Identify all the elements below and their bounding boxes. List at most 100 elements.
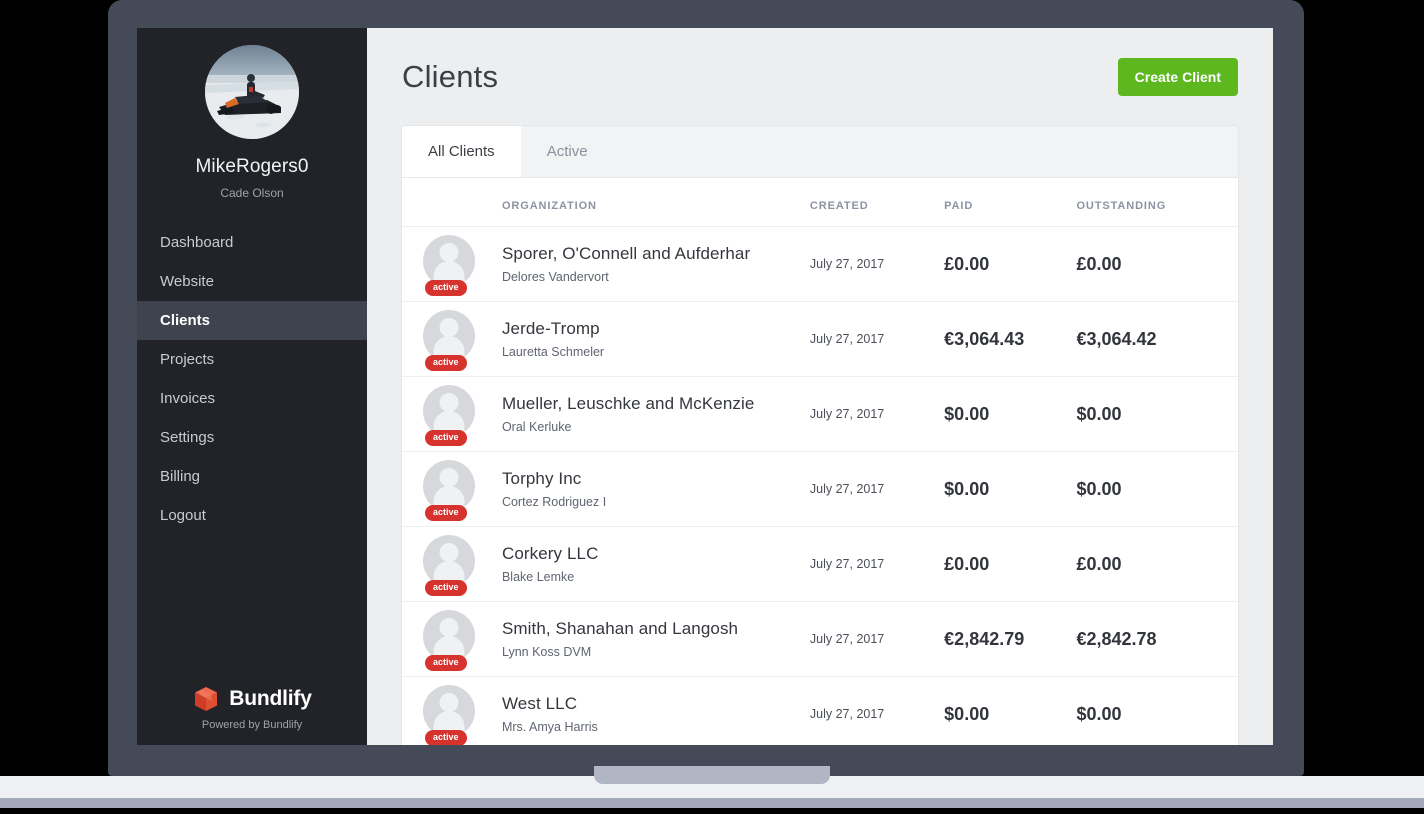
clients-table: ORGANIZATION CREATED PAID OUTSTANDING ac…	[402, 178, 1238, 745]
cell-paid: $0.00	[944, 376, 1077, 452]
cell-organization: Jerde-Tromp Lauretta Schmeler	[501, 301, 810, 377]
sidebar-item-label: Dashboard	[160, 234, 234, 251]
table-row[interactable]: active Corkery LLC Blake Lemke July 27, …	[402, 526, 1238, 602]
status-badge: active	[425, 280, 467, 296]
tab-all-clients[interactable]: All Clients	[402, 126, 521, 177]
sidebar-item-label: Projects	[160, 351, 215, 368]
status-badge: active	[425, 355, 467, 371]
laptop-mockup: MikeRogers0 Cade Olson Dashboard Website…	[0, 0, 1424, 814]
create-client-button[interactable]: Create Client	[1117, 58, 1238, 96]
contact-name: Blake Lemke	[501, 570, 575, 584]
contact-name: Delores Vandervort	[501, 270, 609, 284]
table-row[interactable]: active Mueller, Leuschke and McKenzie Or…	[402, 376, 1238, 452]
cell-created: July 27, 2017	[809, 526, 945, 602]
table-row[interactable]: active Torphy Inc Cortez Rodriguez I Jul…	[402, 451, 1238, 527]
table-head: ORGANIZATION CREATED PAID OUTSTANDING	[402, 178, 1238, 227]
column-header-paid[interactable]: PAID	[944, 178, 1077, 227]
laptop-hinge-notch	[594, 766, 830, 784]
client-avatar: active	[423, 610, 483, 671]
cell-avatar: active	[402, 376, 502, 452]
cell-outstanding: $0.00	[1076, 451, 1238, 527]
status-badge: active	[425, 430, 467, 446]
clients-card: All Clients Active ORGANIZATION CREATED …	[402, 126, 1238, 745]
sidebar-item-label: Website	[160, 273, 214, 290]
cell-paid: $0.00	[944, 676, 1077, 745]
contact-name: Oral Kerluke	[501, 420, 572, 434]
cell-avatar: active	[402, 301, 502, 377]
contact-name: Lauretta Schmeler	[501, 345, 605, 359]
cell-paid: €3,064.43	[944, 301, 1077, 377]
cell-created: July 27, 2017	[809, 676, 945, 745]
cell-organization: West LLC Mrs. Amya Harris	[501, 676, 810, 745]
page-title: Clients	[402, 59, 499, 94]
cell-outstanding: £0.00	[1076, 526, 1238, 602]
cell-created: July 27, 2017	[809, 376, 945, 452]
profile-avatar-wrapper	[137, 28, 367, 139]
sidebar-item-billing[interactable]: Billing	[137, 457, 367, 496]
contact-name: Cortez Rodriguez I	[501, 495, 607, 509]
cell-created: July 27, 2017	[809, 601, 945, 677]
client-avatar: active	[423, 535, 483, 596]
app-screen: MikeRogers0 Cade Olson Dashboard Website…	[137, 28, 1273, 745]
sidebar-item-label: Billing	[160, 468, 201, 485]
organization-name: Mueller, Leuschke and McKenzie	[501, 394, 755, 413]
cell-avatar: active	[402, 601, 502, 677]
cell-outstanding: £0.00	[1076, 226, 1238, 302]
cell-organization: Sporer, O'Connell and Aufderhar Delores …	[501, 226, 810, 302]
cell-organization: Mueller, Leuschke and McKenzie Oral Kerl…	[501, 376, 810, 452]
client-avatar: active	[423, 235, 483, 296]
sidebar-item-dashboard[interactable]: Dashboard	[137, 223, 367, 262]
sidebar-item-invoices[interactable]: Invoices	[137, 379, 367, 418]
main-content: Clients Create Client All Clients Active…	[367, 28, 1273, 745]
contact-name: Mrs. Amya Harris	[501, 720, 598, 734]
cell-outstanding: $0.00	[1076, 676, 1238, 745]
cell-paid: £0.00	[944, 526, 1077, 602]
status-badge: active	[425, 730, 467, 745]
client-avatar: active	[423, 685, 483, 745]
cell-created: July 27, 2017	[809, 451, 945, 527]
column-header-outstanding[interactable]: OUTSTANDING	[1076, 178, 1238, 227]
cell-avatar: active	[402, 526, 502, 602]
tab-label: All Clients	[428, 143, 495, 160]
column-header-organization[interactable]: ORGANIZATION	[501, 178, 810, 227]
client-avatar: active	[423, 385, 483, 446]
cell-paid: €2,842.79	[944, 601, 1077, 677]
organization-name: Sporer, O'Connell and Aufderhar	[501, 244, 751, 263]
brand-row: Bundlify	[137, 685, 367, 713]
sidebar-item-clients[interactable]: Clients	[137, 301, 367, 340]
organization-name: Jerde-Tromp	[501, 319, 600, 338]
sidebar-item-logout[interactable]: Logout	[137, 496, 367, 535]
sidebar-item-label: Settings	[160, 429, 215, 446]
tab-label: Active	[546, 143, 588, 160]
table-row[interactable]: active Smith, Shanahan and Langosh Lynn …	[402, 601, 1238, 677]
table-header-row: ORGANIZATION CREATED PAID OUTSTANDING	[402, 178, 1238, 227]
sidebar-item-website[interactable]: Website	[137, 262, 367, 301]
cell-created: July 27, 2017	[809, 301, 945, 377]
brand-tagline: Powered by Bundlify	[201, 719, 303, 731]
cell-paid: $0.00	[944, 451, 1077, 527]
cell-paid: £0.00	[944, 226, 1077, 302]
profile-fullname: Cade Olson	[220, 186, 284, 200]
status-badge: active	[425, 505, 467, 521]
brand-footer: Bundlify Powered by Bundlify	[137, 685, 367, 731]
cell-outstanding: $0.00	[1076, 376, 1238, 452]
cell-avatar: active	[402, 451, 502, 527]
sidebar-item-settings[interactable]: Settings	[137, 418, 367, 457]
cube-box-icon	[192, 685, 220, 713]
sidebar-nav: Dashboard Website Clients Projects Invoi…	[137, 223, 367, 535]
table-body: active Sporer, O'Connell and Aufderhar D…	[402, 226, 1238, 745]
sidebar-item-projects[interactable]: Projects	[137, 340, 367, 379]
column-header-avatar	[402, 178, 502, 227]
table-row[interactable]: active West LLC Mrs. Amya Harris July 27…	[402, 676, 1238, 745]
snowmobile-photo-avatar	[205, 45, 299, 139]
sidebar-item-label: Logout	[160, 507, 206, 524]
brand-name: Bundlify	[229, 687, 312, 710]
cell-outstanding: €2,842.78	[1076, 601, 1238, 677]
cell-organization: Torphy Inc Cortez Rodriguez I	[501, 451, 810, 527]
table-row[interactable]: active Sporer, O'Connell and Aufderhar D…	[402, 226, 1238, 302]
table-row[interactable]: active Jerde-Tromp Lauretta Schmeler Jul…	[402, 301, 1238, 377]
column-header-created[interactable]: CREATED	[809, 178, 945, 227]
tab-active[interactable]: Active	[521, 126, 614, 177]
laptop-base-lip	[0, 798, 1424, 808]
cell-organization: Smith, Shanahan and Langosh Lynn Koss DV…	[501, 601, 810, 677]
